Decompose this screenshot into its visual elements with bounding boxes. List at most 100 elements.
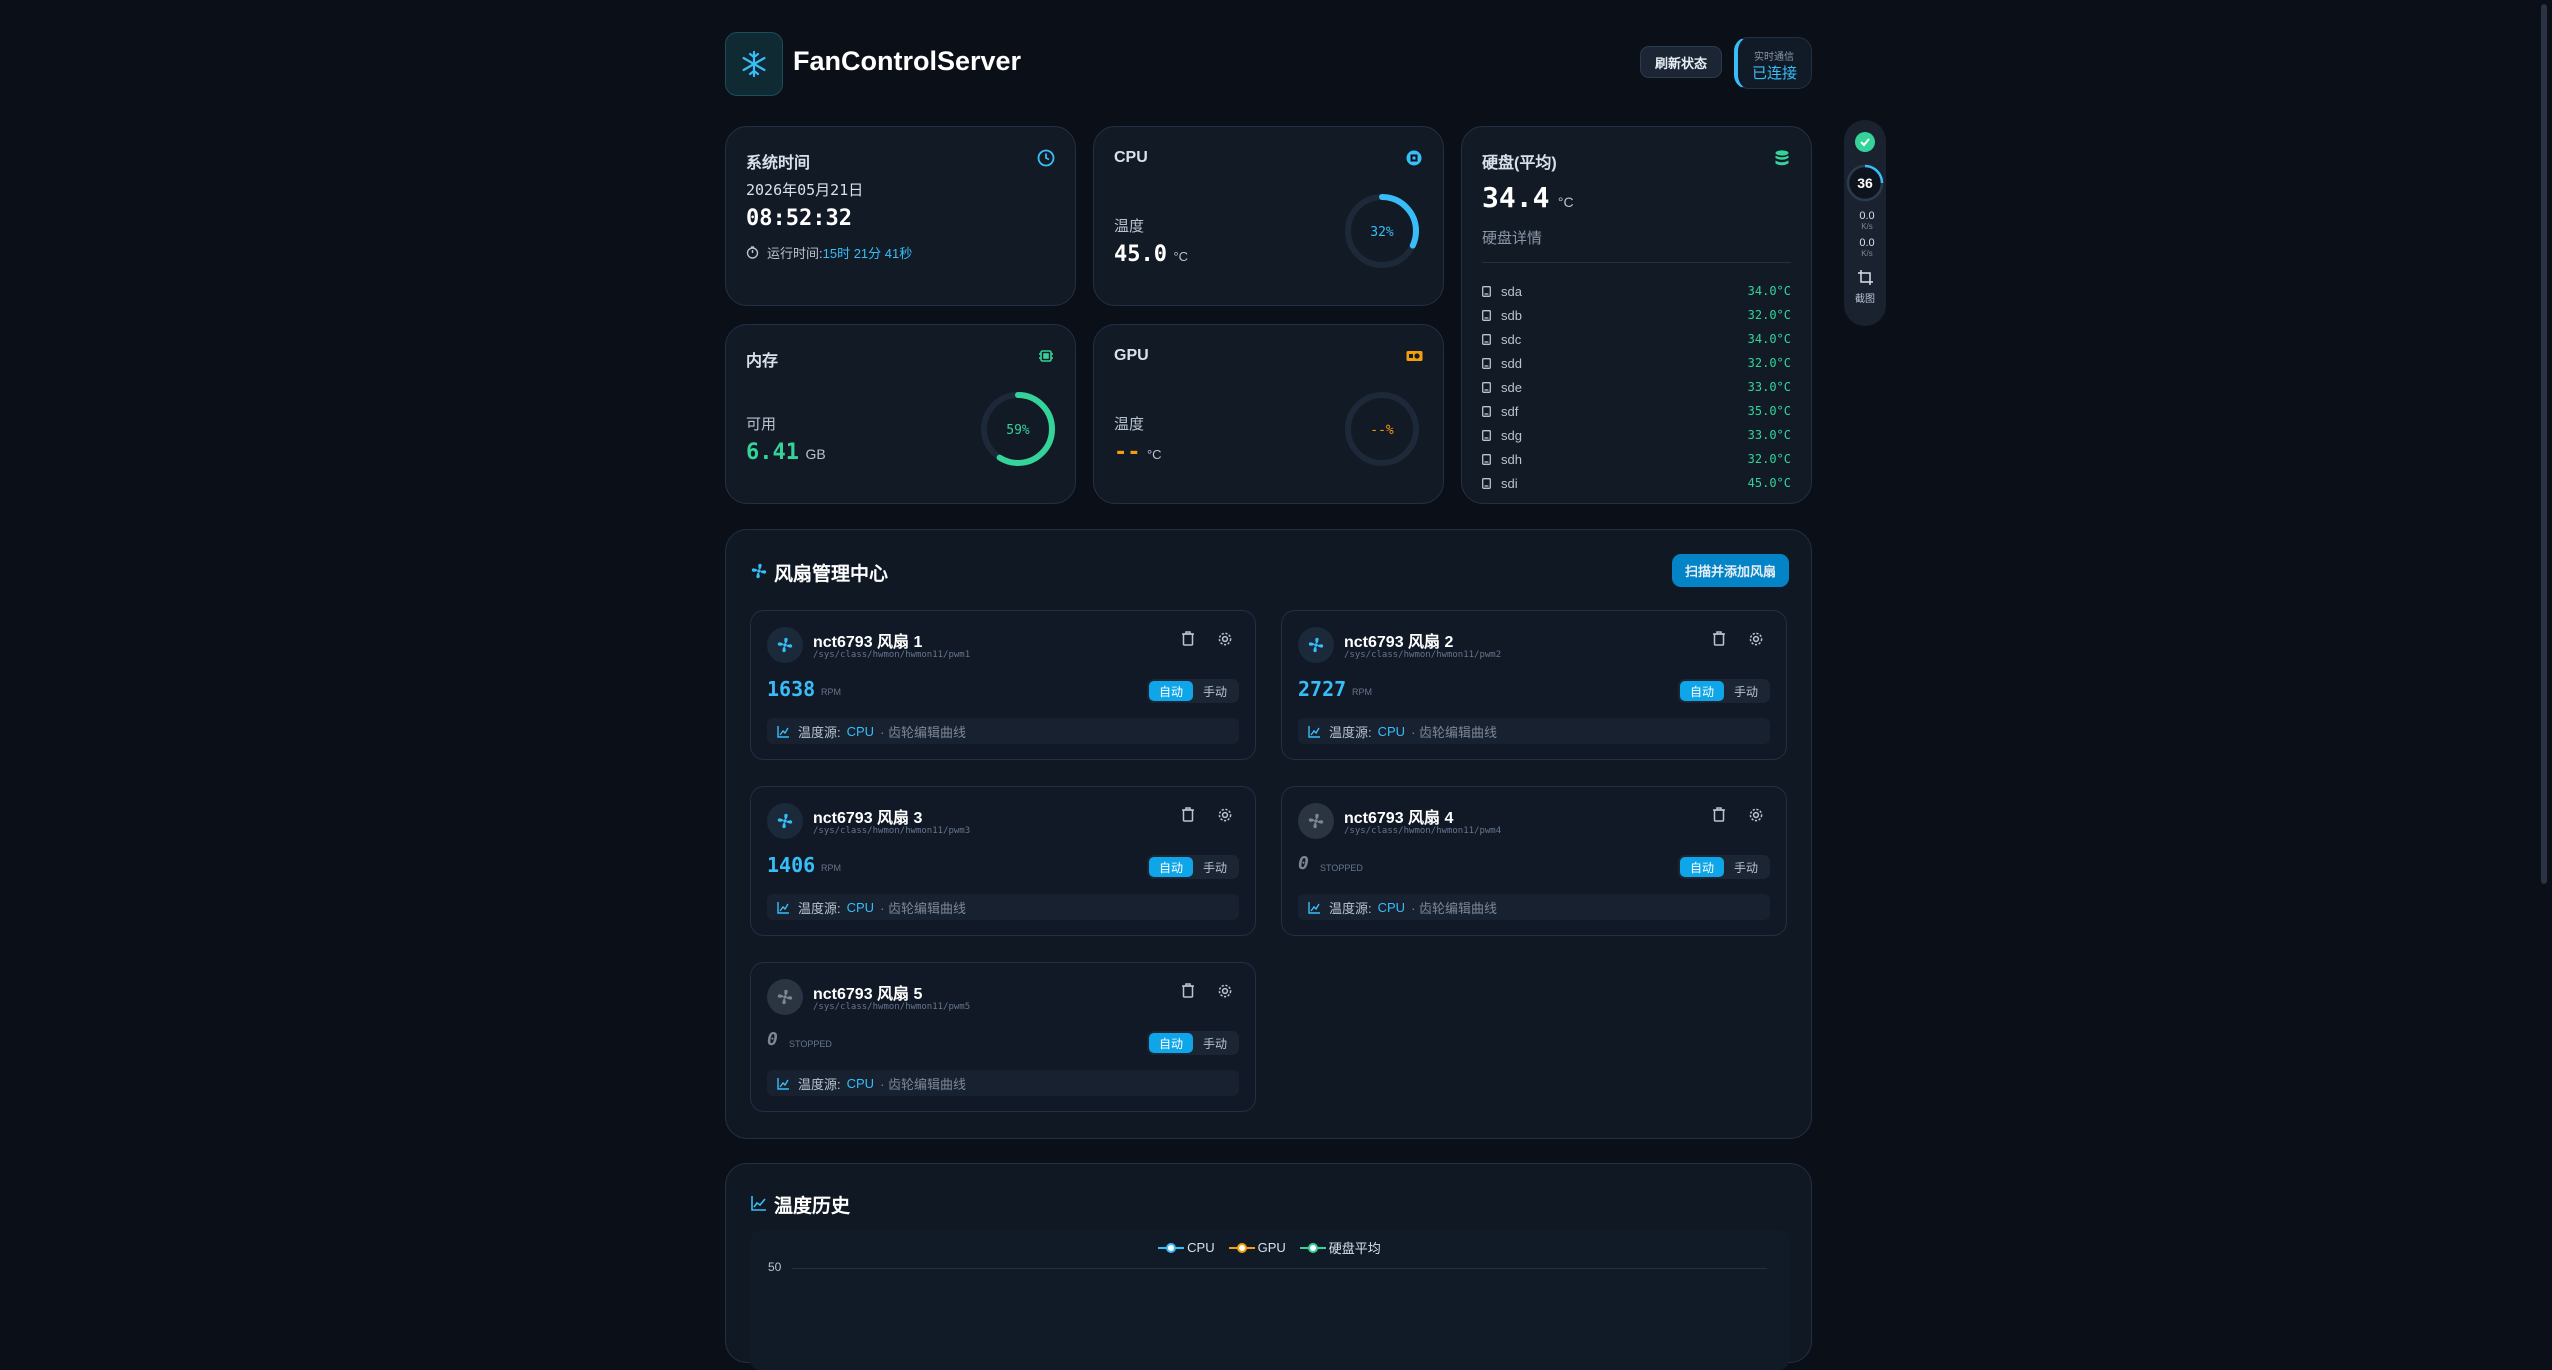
manual-mode-button[interactable]: 手动: [1724, 681, 1768, 701]
fan-settings-button[interactable]: [1748, 807, 1764, 823]
disk-temp: 35.0°C: [1747, 404, 1791, 418]
temp-source-value: CPU: [846, 723, 875, 739]
trash-icon: [1713, 631, 1725, 646]
gear-icon: [1749, 632, 1763, 646]
fan-temp-source[interactable]: 温度源: CPU · 齿轮编辑曲线: [767, 1070, 1239, 1096]
fan-status-avatar: [767, 803, 803, 839]
disk-temp: 32.0°C: [1747, 356, 1791, 370]
gpu-card: GPU 温度 -- °C --%: [1093, 324, 1444, 504]
delete-fan-button[interactable]: [1181, 983, 1197, 999]
legend-label: CPU: [1187, 1240, 1215, 1255]
temp-source-label: 温度源:: [798, 724, 841, 740]
fan-mode-toggle: 自动 手动: [1678, 855, 1770, 879]
gpu-card-icon: [1405, 347, 1423, 365]
disk-row: sdi 45.0°C: [1482, 473, 1791, 493]
fan-rpm: 0: [1298, 853, 1309, 874]
auto-mode-button[interactable]: 自动: [1149, 857, 1193, 877]
fan-temp-source[interactable]: 温度源: CPU · 齿轮编辑曲线: [1298, 894, 1770, 920]
legend-item[interactable]: CPU: [1158, 1238, 1215, 1257]
disk-row: sda 34.0°C: [1482, 281, 1791, 301]
fan-temp-source[interactable]: 温度源: CPU · 齿轮编辑曲线: [1298, 718, 1770, 744]
curve-edit-hint: · 齿轮编辑曲线: [880, 1076, 967, 1092]
cpu-card: CPU 温度 45.0 °C 32%: [1093, 126, 1444, 306]
curve-edit-hint: · 齿轮编辑曲线: [1411, 724, 1498, 740]
fan-settings-button[interactable]: [1748, 631, 1764, 647]
auto-mode-button[interactable]: 自动: [1680, 681, 1724, 701]
gear-icon: [1218, 808, 1232, 822]
memory-usage-text: 59%: [1006, 423, 1030, 438]
screenshot-label: 截图: [1855, 294, 1875, 305]
memory-card: 内存 可用 6.41 GB 59%: [725, 324, 1076, 504]
disk-name: sdc: [1501, 331, 1522, 347]
fan-card: nct6793 风扇 4/sys/class/hwmon/hwmon11/pwm…: [1281, 786, 1787, 936]
manual-mode-button[interactable]: 手动: [1193, 857, 1237, 877]
legend-item[interactable]: 硬盘平均: [1299, 1238, 1381, 1257]
temp-source-label: 温度源:: [798, 900, 841, 916]
download-speed-value: 0.0: [1859, 237, 1875, 249]
fan-settings-button[interactable]: [1217, 983, 1233, 999]
hdd-icon: [1482, 429, 1491, 441]
check-badge-icon[interactable]: [1855, 132, 1875, 152]
disk-temp: 33.0°C: [1747, 428, 1791, 442]
trash-icon: [1182, 631, 1194, 646]
delete-fan-button[interactable]: [1181, 807, 1197, 823]
fan-card: nct6793 风扇 1/sys/class/hwmon/hwmon11/pwm…: [750, 610, 1256, 760]
manual-mode-button[interactable]: 手动: [1193, 681, 1237, 701]
fan-mode-toggle: 自动 手动: [1678, 679, 1770, 703]
download-speed-unit: K/s: [1861, 249, 1873, 258]
disk-divider: [1482, 262, 1791, 263]
cpu-temp-label: 温度: [1114, 218, 1145, 235]
temp-source-value: CPU: [846, 899, 875, 915]
curve-chart-icon: [777, 1077, 789, 1090]
page-scrollbar[interactable]: [2540, 0, 2548, 1316]
gear-icon: [1749, 808, 1763, 822]
fan-settings-button[interactable]: [1217, 807, 1233, 823]
curve-chart-icon: [1308, 901, 1320, 914]
disk-name: sdf: [1501, 403, 1519, 419]
gridline-50: [792, 1268, 1767, 1269]
history-title: 温度历史: [774, 1196, 851, 1217]
fan-status-avatar: [767, 979, 803, 1015]
gear-icon: [1218, 984, 1232, 998]
fan-name: nct6793 风扇 3: [813, 810, 923, 827]
gpu-temp-label: 温度: [1114, 416, 1145, 433]
fan-mode-toggle: 自动 手动: [1147, 1031, 1239, 1055]
uptime-row: 运行时间: 15时 21分 41秒: [746, 243, 912, 262]
disk-temp: 34.0°C: [1747, 284, 1791, 298]
fan-temp-source[interactable]: 温度源: CPU · 齿轮编辑曲线: [767, 718, 1239, 744]
fan-name: nct6793 风扇 5: [813, 986, 923, 1003]
refresh-status-button[interactable]: 刷新状态: [1640, 46, 1722, 78]
fan-icon: [777, 813, 793, 829]
fan-rpm-unit: RPM: [821, 863, 841, 873]
legend-item[interactable]: GPU: [1228, 1238, 1286, 1257]
legend-marker: [1299, 1242, 1326, 1253]
screenshot-button[interactable]: 截图: [1844, 270, 1886, 305]
disk-avg-value: 34.4: [1482, 181, 1550, 214]
widget-temp-value: 36: [1857, 175, 1873, 191]
app-title: FanControlServer: [793, 46, 1022, 76]
fan-temp-source[interactable]: 温度源: CPU · 齿轮编辑曲线: [767, 894, 1239, 920]
fan-path: /sys/class/hwmon/hwmon11/pwm3: [813, 826, 971, 836]
curve-edit-hint: · 齿轮编辑曲线: [880, 900, 967, 916]
scan-add-fan-button[interactable]: 扫描并添加风扇: [1672, 554, 1789, 587]
realtime-status-badge: 实时通信 已连接: [1734, 37, 1812, 89]
auto-mode-button[interactable]: 自动: [1149, 681, 1193, 701]
delete-fan-button[interactable]: [1712, 807, 1728, 823]
fan-rpm: 0: [767, 1029, 778, 1050]
manual-mode-button[interactable]: 手动: [1193, 1033, 1237, 1053]
memory-avail-unit: GB: [805, 446, 826, 462]
auto-mode-button[interactable]: 自动: [1149, 1033, 1193, 1053]
manual-mode-button[interactable]: 手动: [1724, 857, 1768, 877]
scrollbar-thumb[interactable]: [2541, 4, 2547, 884]
curve-edit-hint: · 齿轮编辑曲线: [880, 724, 967, 740]
auto-mode-button[interactable]: 自动: [1680, 857, 1724, 877]
fan-rpm-unit: STOPPED: [1320, 863, 1363, 873]
fan-settings-button[interactable]: [1217, 631, 1233, 647]
gpu-title: GPU: [1114, 347, 1149, 364]
delete-fan-button[interactable]: [1181, 631, 1197, 647]
disk-row: sdc 34.0°C: [1482, 329, 1791, 349]
delete-fan-button[interactable]: [1712, 631, 1728, 647]
legend-label: GPU: [1257, 1240, 1286, 1255]
trash-icon: [1713, 807, 1725, 822]
curve-chart-icon: [777, 901, 789, 914]
